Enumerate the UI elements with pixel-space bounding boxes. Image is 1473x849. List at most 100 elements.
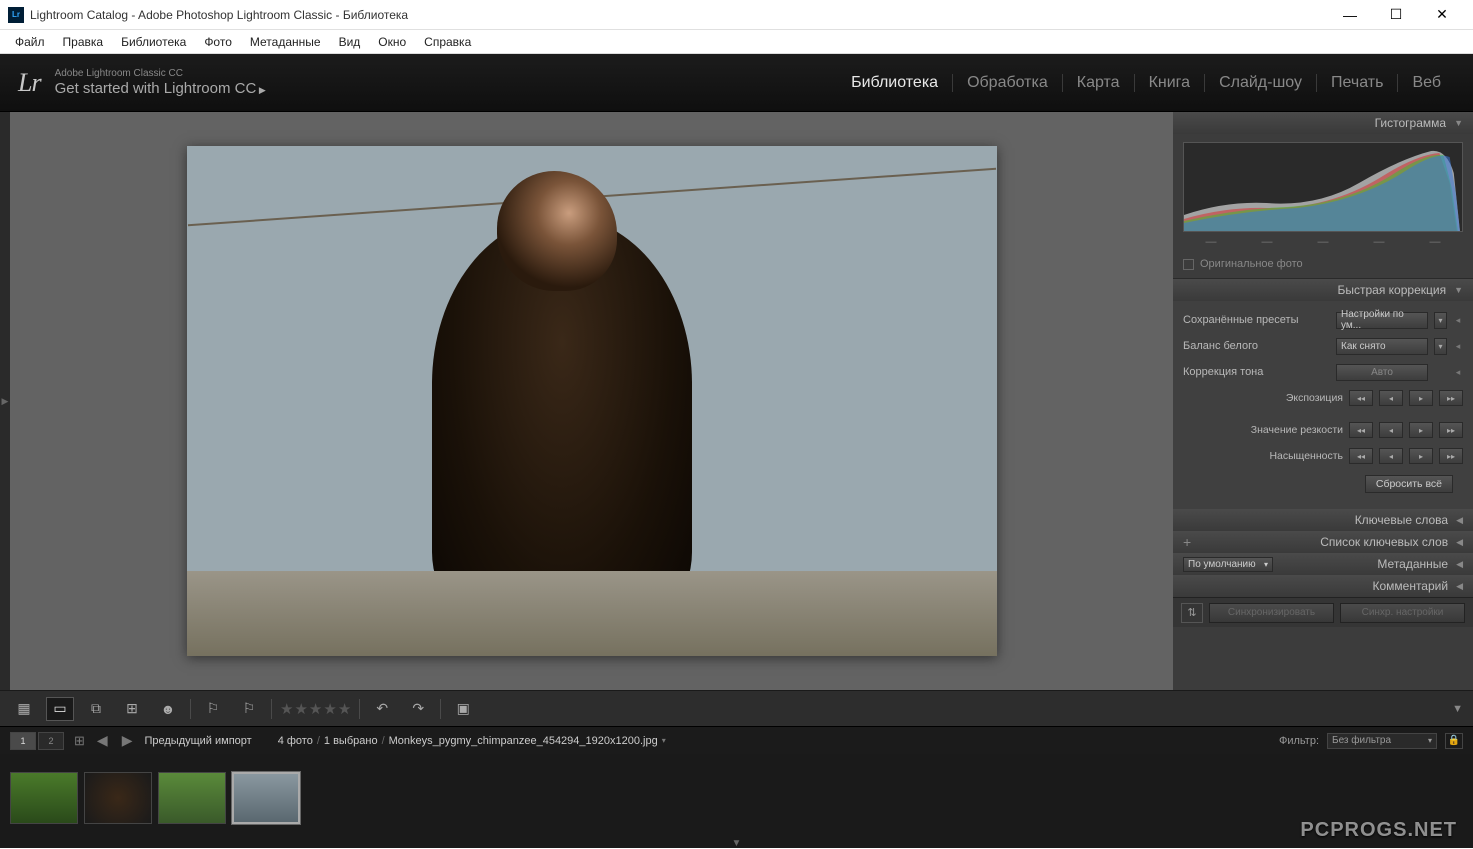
keyword-list-header[interactable]: + Список ключевых слов ◀ (1173, 531, 1473, 553)
histogram-title: Гистограмма (1375, 116, 1446, 130)
presets-dd-button[interactable]: ▾ (1434, 312, 1447, 329)
expand-icon: ◀ (1456, 581, 1463, 592)
quick-develop-header[interactable]: Быстрая коррекция ▼ (1173, 279, 1473, 301)
thumbnail-selected[interactable] (232, 772, 300, 824)
close-button[interactable]: ✕ (1419, 0, 1465, 30)
sharpen-big-down[interactable]: ◂◂ (1349, 422, 1373, 438)
toolbar-menu-icon[interactable]: ▼ (1452, 703, 1463, 715)
menu-edit[interactable]: Правка (54, 33, 113, 51)
image-content (497, 171, 617, 291)
menu-library[interactable]: Библиотека (112, 33, 195, 51)
original-photo-label: Оригинальное фото (1200, 258, 1303, 270)
module-library[interactable]: Библиотека (837, 74, 953, 92)
survey-view-icon[interactable]: ⊞ (118, 697, 146, 721)
original-photo-checkbox[interactable] (1183, 259, 1194, 270)
module-book[interactable]: Книга (1135, 74, 1205, 92)
exposure-label: Экспозиция (1183, 392, 1343, 404)
main-window-icon[interactable]: 1 (10, 732, 36, 750)
saturation-label: Насыщенность (1183, 450, 1343, 462)
auto-tone-button[interactable]: Авто (1336, 364, 1428, 381)
original-photo-row[interactable]: Оригинальное фото (1173, 254, 1473, 278)
module-slideshow[interactable]: Слайд-шоу (1205, 74, 1317, 92)
sharpen-up[interactable]: ▸ (1409, 422, 1433, 438)
compare-view-icon[interactable]: ⧉ (82, 697, 110, 721)
menu-photo[interactable]: Фото (195, 33, 241, 51)
menubar: Файл Правка Библиотека Фото Метаданные В… (0, 30, 1473, 54)
people-view-icon[interactable]: ☻ (154, 697, 182, 721)
loupe-view-icon[interactable]: ▭ (46, 697, 74, 721)
histogram-header[interactable]: Гистограмма ▼ (1173, 112, 1473, 134)
histogram-info: ————— (1183, 232, 1463, 248)
saturation-big-down[interactable]: ◂◂ (1349, 448, 1373, 464)
wb-dd-button[interactable]: ▾ (1434, 338, 1447, 355)
exposure-big-up[interactable]: ▸▸ (1439, 390, 1463, 406)
minimize-button[interactable]: — (1327, 0, 1373, 30)
comment-header[interactable]: Комментарий ◀ (1173, 575, 1473, 597)
rotate-ccw-icon[interactable]: ↶ (368, 697, 396, 721)
star-icon[interactable]: ★ (338, 700, 351, 718)
star-icon[interactable]: ★ (280, 700, 293, 718)
exposure-big-down[interactable]: ◂◂ (1349, 390, 1373, 406)
presets-label: Сохранённые пресеты (1183, 314, 1330, 326)
reset-all-button[interactable]: Сбросить всё (1365, 475, 1453, 493)
thumbnail[interactable] (158, 772, 226, 824)
expand-icon[interactable]: ◂ (1453, 341, 1463, 352)
rating-stars[interactable]: ★ ★ ★ ★ ★ (280, 700, 351, 718)
left-panel-toggle[interactable]: ▶ (0, 112, 10, 690)
histogram-graph[interactable] (1183, 142, 1463, 232)
flag-reject-icon[interactable]: ⚐ (235, 697, 263, 721)
menu-view[interactable]: Вид (330, 33, 370, 51)
expand-icon[interactable]: ◂ (1453, 367, 1463, 378)
expand-icon[interactable]: ◂ (1453, 315, 1463, 326)
sharpen-big-up[interactable]: ▸▸ (1439, 422, 1463, 438)
keywords-header[interactable]: Ключевые слова ◀ (1173, 509, 1473, 531)
metadata-preset-dropdown[interactable]: По умолчанию▾ (1183, 557, 1273, 572)
menu-window[interactable]: Окно (369, 33, 415, 51)
saturation-big-up[interactable]: ▸▸ (1439, 448, 1463, 464)
add-keyword-icon[interactable]: + (1183, 534, 1191, 550)
module-map[interactable]: Карта (1063, 74, 1135, 92)
thumbnail[interactable] (10, 772, 78, 824)
grid-icon[interactable]: ⊞ (74, 733, 85, 749)
exposure-down[interactable]: ◂ (1379, 390, 1403, 406)
star-icon[interactable]: ★ (294, 700, 307, 718)
filter-lock-icon[interactable]: 🔒 (1445, 733, 1463, 749)
grid-view-icon[interactable]: ▦ (10, 697, 38, 721)
breadcrumb-count: 4 фото (278, 735, 313, 747)
separator (271, 699, 272, 719)
menu-help[interactable]: Справка (415, 33, 480, 51)
menu-metadata[interactable]: Метаданные (241, 33, 330, 51)
exposure-up[interactable]: ▸ (1409, 390, 1433, 406)
second-window-icon[interactable]: 2 (38, 732, 64, 750)
saturation-down[interactable]: ◂ (1379, 448, 1403, 464)
breadcrumb[interactable]: Предыдущий импорт 4 фото / 1 выбрано / M… (144, 735, 665, 747)
saturation-up[interactable]: ▸ (1409, 448, 1433, 464)
star-icon[interactable]: ★ (323, 700, 336, 718)
presets-dropdown[interactable]: Настройки по ум... (1336, 312, 1428, 329)
thumbnail[interactable] (84, 772, 152, 824)
sharpen-down[interactable]: ◂ (1379, 422, 1403, 438)
rotate-cw-icon[interactable]: ↷ (404, 697, 432, 721)
module-develop[interactable]: Обработка (953, 74, 1063, 92)
menu-file[interactable]: Файл (6, 33, 54, 51)
maximize-button[interactable]: ☐ (1373, 0, 1419, 30)
wb-dropdown[interactable]: Как снято (1336, 338, 1428, 355)
image-viewer[interactable] (10, 112, 1173, 690)
sync-settings-button[interactable]: Синхр. настройки (1340, 603, 1465, 623)
separator (359, 699, 360, 719)
filmstrip[interactable] (0, 754, 1473, 842)
sync-lock-icon[interactable]: ⇅ (1181, 603, 1203, 623)
module-web[interactable]: Веб (1398, 74, 1455, 92)
metadata-header[interactable]: По умолчанию▾ Метаданные ◀ (1173, 553, 1473, 575)
sync-button[interactable]: Синхронизировать (1209, 603, 1334, 623)
nav-back-icon[interactable]: ◀ (95, 732, 110, 749)
slideshow-icon[interactable]: ▣ (449, 697, 477, 721)
module-print[interactable]: Печать (1317, 74, 1398, 92)
tagline[interactable]: Adobe Lightroom Classic CC Get started w… (55, 68, 266, 97)
main-image[interactable] (187, 146, 997, 656)
flag-pick-icon[interactable]: ⚐ (199, 697, 227, 721)
star-icon[interactable]: ★ (309, 700, 322, 718)
filmstrip-collapse-icon[interactable]: ▼ (0, 842, 1473, 848)
nav-fwd-icon[interactable]: ▶ (120, 732, 135, 749)
filter-dropdown[interactable]: Без фильтра▾ (1327, 733, 1437, 749)
